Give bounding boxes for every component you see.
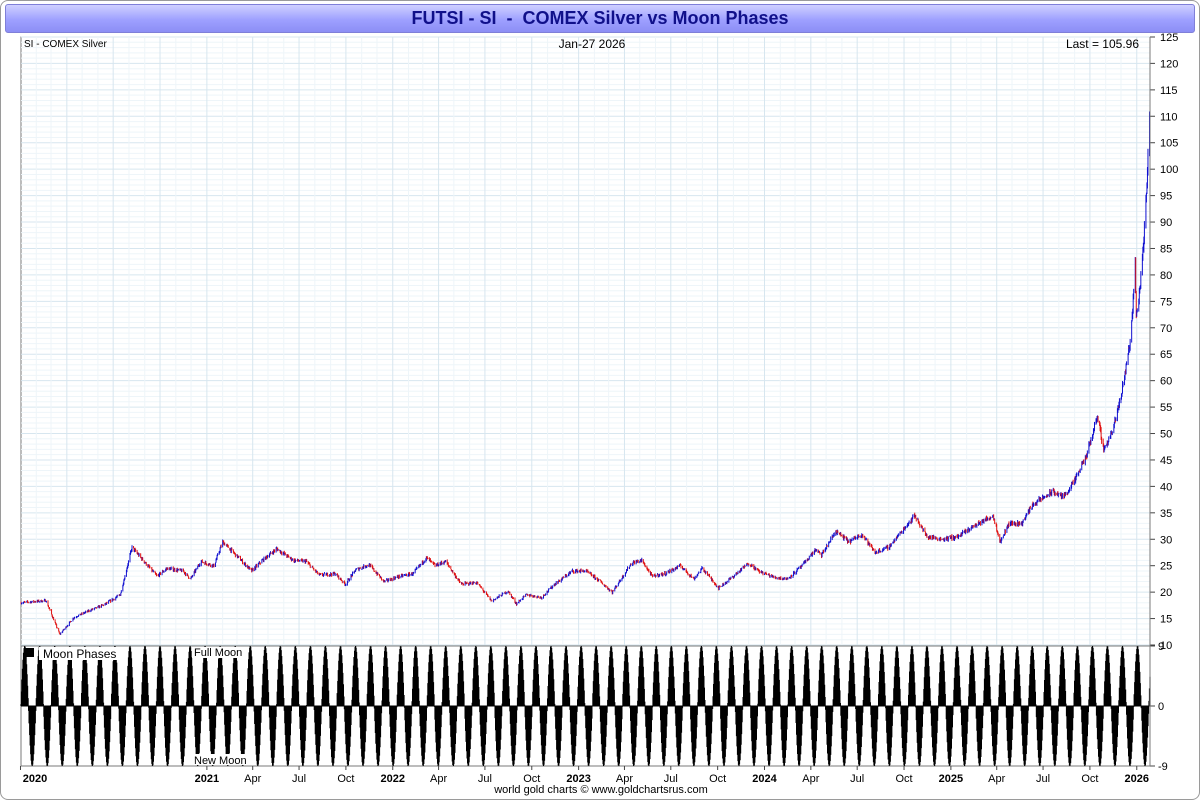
y-tick-label: 70 bbox=[1160, 323, 1172, 335]
y-tick-label: 50 bbox=[1160, 429, 1172, 441]
chart-svg: 1015202530354045505560657075808590951001… bbox=[19, 32, 1178, 785]
y-tick-label: 115 bbox=[1160, 85, 1178, 97]
y-tick-label: 35 bbox=[1160, 508, 1172, 520]
y-tick-label: 125 bbox=[1160, 32, 1178, 44]
y-tick-label: 30 bbox=[1160, 534, 1172, 546]
y-tick-label: 15 bbox=[1160, 614, 1172, 626]
moon-y-tick-label: 9 bbox=[1158, 641, 1164, 653]
y-tick-label: 80 bbox=[1160, 270, 1172, 282]
full-moon-label: Full Moon bbox=[194, 647, 242, 659]
y-tick-label: 75 bbox=[1160, 296, 1172, 308]
moon-y-tick-label: 0 bbox=[1158, 701, 1164, 713]
y-tick-label: 110 bbox=[1160, 111, 1178, 123]
chart-frame: FUTSI - SI - COMEX Silver vs Moon Phases… bbox=[0, 0, 1200, 800]
y-tick-label: 40 bbox=[1160, 481, 1172, 493]
footer-credit: world gold charts © www.goldchartsrus.co… bbox=[494, 784, 708, 796]
moon-legend-swatch bbox=[25, 648, 34, 657]
y-tick-label: 20 bbox=[1160, 587, 1172, 599]
last-price: Last = 105.96 bbox=[1066, 37, 1139, 51]
y-tick-label: 100 bbox=[1160, 164, 1178, 176]
moon-y-tick-label: -9 bbox=[1158, 761, 1168, 773]
chart-date: Jan-27 2026 bbox=[559, 37, 626, 51]
new-moon-label: New Moon bbox=[194, 755, 247, 767]
y-tick-label: 85 bbox=[1160, 243, 1172, 255]
y-tick-label: 55 bbox=[1160, 402, 1172, 414]
y-tick-label: 120 bbox=[1160, 58, 1178, 70]
moon-legend-label: Moon Phases bbox=[43, 647, 116, 661]
y-tick-label: 45 bbox=[1160, 455, 1172, 467]
y-tick-label: 105 bbox=[1160, 138, 1178, 150]
y-tick-label: 95 bbox=[1160, 191, 1172, 203]
y-tick-label: 60 bbox=[1160, 376, 1172, 388]
series-label: SI - COMEX Silver bbox=[24, 39, 107, 50]
y-tick-label: 25 bbox=[1160, 561, 1172, 573]
y-tick-label: 65 bbox=[1160, 349, 1172, 361]
y-tick-label: 90 bbox=[1160, 217, 1172, 229]
